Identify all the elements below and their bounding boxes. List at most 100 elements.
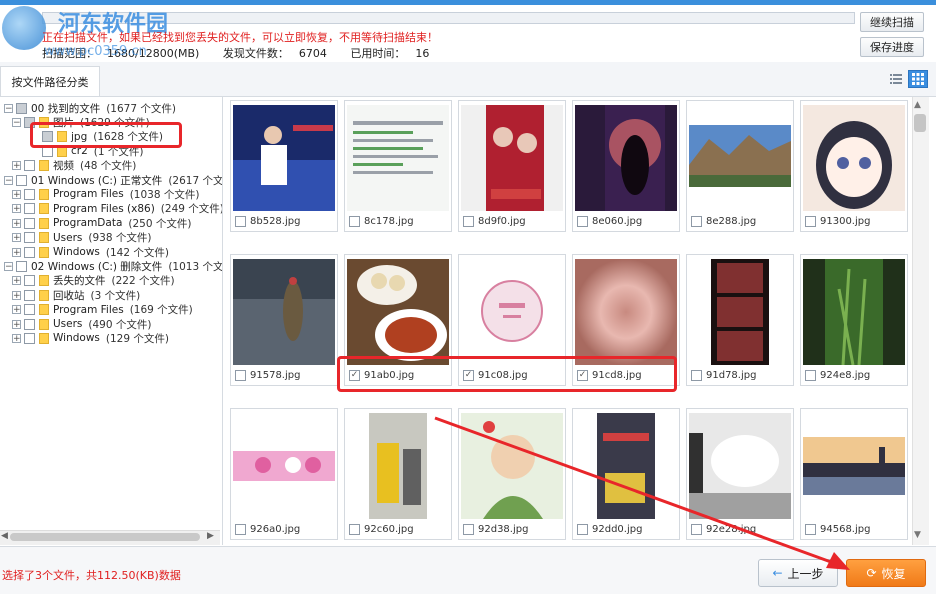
file-thumbnail[interactable] (803, 413, 905, 519)
tree-checkbox[interactable] (24, 246, 35, 258)
tree-node[interactable]: jpg (1628 个文件) (30, 130, 163, 144)
tree-node[interactable]: + Users (938 个文件) (12, 231, 151, 245)
file-thumbnail[interactable] (347, 259, 449, 365)
file-thumbnail[interactable] (347, 105, 449, 211)
file-thumbnail[interactable] (461, 413, 563, 519)
file-thumbnail[interactable] (233, 413, 335, 519)
file-card[interactable]: 92d38.jpg (458, 408, 566, 540)
tree-checkbox[interactable] (24, 203, 35, 215)
continue-scan-button[interactable]: 继续扫描 (860, 12, 924, 32)
file-thumbnail[interactable] (233, 259, 335, 365)
file-checkbox[interactable]: ✓ (577, 369, 588, 381)
file-card[interactable]: 91578.jpg (230, 254, 338, 386)
tree-scroll-thumb[interactable] (10, 533, 200, 541)
file-thumbnail[interactable] (461, 105, 563, 211)
tab-by-path[interactable]: 按文件路径分类 (0, 66, 100, 96)
file-checkbox[interactable] (235, 215, 246, 227)
tree-checkbox[interactable] (24, 332, 35, 344)
tree-checkbox[interactable] (24, 217, 35, 229)
file-card[interactable]: 8c178.jpg (344, 100, 452, 232)
file-card[interactable]: ✓ 91cd8.jpg (572, 254, 680, 386)
file-checkbox[interactable] (463, 523, 474, 535)
file-card[interactable]: 8e060.jpg (572, 100, 680, 232)
tree-checkbox[interactable] (24, 275, 35, 287)
expand-icon[interactable]: + (12, 218, 21, 228)
file-checkbox[interactable] (235, 523, 246, 535)
expand-icon[interactable]: + (12, 161, 21, 171)
grid-view-icon[interactable] (908, 70, 928, 88)
tree-node[interactable]: + 视频 (48 个文件) (12, 159, 136, 173)
file-checkbox[interactable] (577, 215, 588, 227)
expand-icon[interactable]: + (12, 333, 21, 343)
recover-button[interactable]: ⟳ 恢复 (846, 559, 926, 587)
tree-checkbox[interactable] (24, 289, 35, 301)
file-thumbnail[interactable] (233, 105, 335, 211)
scroll-up-icon[interactable]: ▲ (914, 100, 921, 110)
expand-icon[interactable]: + (12, 276, 21, 286)
file-checkbox[interactable]: ✓ (463, 369, 474, 381)
file-card[interactable]: 94568.jpg (800, 408, 908, 540)
file-thumbnail[interactable] (575, 105, 677, 211)
file-thumbnail[interactable] (575, 259, 677, 365)
expand-icon[interactable]: + (12, 204, 21, 214)
collapse-icon[interactable]: − (4, 261, 13, 271)
file-thumbnail[interactable] (461, 259, 563, 365)
file-checkbox[interactable] (805, 369, 816, 381)
file-checkbox[interactable] (691, 215, 702, 227)
expand-icon[interactable]: + (12, 233, 21, 243)
file-checkbox[interactable] (463, 215, 474, 227)
expand-icon[interactable]: + (12, 319, 21, 329)
tree-node[interactable]: + Users (490 个文件) (12, 317, 151, 331)
collapse-icon[interactable]: − (4, 103, 13, 113)
expand-icon[interactable]: + (12, 305, 21, 315)
file-checkbox[interactable] (577, 523, 588, 535)
collapse-icon[interactable]: − (4, 175, 13, 185)
file-card[interactable]: 91300.jpg (800, 100, 908, 232)
tree-node[interactable]: + 丢失的文件 (222 个文件) (12, 274, 175, 288)
file-checkbox[interactable] (805, 523, 816, 535)
tree-checkbox[interactable] (16, 260, 27, 272)
file-thumbnail[interactable] (347, 413, 449, 519)
file-card[interactable]: 924e8.jpg (800, 254, 908, 386)
file-card[interactable]: 926a0.jpg (230, 408, 338, 540)
tree-node[interactable]: cr2 (1 个文件) (30, 144, 144, 158)
file-card[interactable]: 92c60.jpg (344, 408, 452, 540)
expand-icon[interactable]: + (12, 189, 21, 199)
expand-icon[interactable]: + (12, 247, 21, 257)
scroll-left-icon[interactable]: ◀ (1, 531, 8, 541)
tree-checkbox[interactable] (16, 174, 27, 186)
file-thumbnail[interactable] (803, 259, 905, 366)
tree-node[interactable]: + Windows (129 个文件) (12, 331, 169, 345)
tree-node[interactable]: − 01 Windows (C:) 正常文件 (2617 个文件 (4, 173, 222, 187)
list-view-icon[interactable] (886, 70, 906, 88)
file-card[interactable]: 91d78.jpg (686, 254, 794, 386)
file-thumbnail[interactable] (689, 105, 791, 211)
tree-node[interactable]: + Program Files (1038 个文件) (12, 187, 199, 201)
expand-icon[interactable]: + (12, 290, 21, 300)
tree-node[interactable]: + Program Files (x86) (249 个文件) (12, 202, 222, 216)
save-progress-button[interactable]: 保存进度 (860, 37, 924, 57)
previous-step-button[interactable]: ← 上一步 (758, 559, 838, 587)
file-checkbox[interactable] (691, 369, 702, 381)
tree-checkbox[interactable] (24, 232, 35, 244)
tree-checkbox[interactable] (16, 102, 27, 114)
tree-node[interactable]: + Windows (142 个文件) (12, 245, 169, 259)
file-card[interactable]: ✓ 91ab0.jpg (344, 254, 452, 386)
file-thumbnail[interactable] (689, 413, 791, 519)
tree-node[interactable]: + 回收站 (3 个文件) (12, 288, 140, 302)
tree-node[interactable]: + ProgramData (250 个文件) (12, 216, 191, 230)
tree-checkbox[interactable] (24, 304, 35, 316)
file-thumbnail[interactable] (689, 259, 791, 365)
tree-node[interactable]: + Program Files (169 个文件) (12, 303, 193, 317)
file-card[interactable]: 92dd0.jpg (572, 408, 680, 540)
tree-checkbox[interactable] (24, 160, 35, 172)
file-card[interactable]: 8d9f0.jpg (458, 100, 566, 232)
file-checkbox[interactable] (349, 523, 360, 535)
tree-node[interactable]: − 图片 (1629 个文件) (12, 115, 150, 129)
grid-scroll-thumb[interactable] (914, 114, 926, 132)
scroll-right-icon[interactable]: ▶ (207, 531, 214, 541)
tree-checkbox[interactable] (42, 145, 53, 157)
file-checkbox[interactable] (235, 369, 246, 381)
tree-checkbox[interactable] (24, 188, 35, 200)
tree-checkbox[interactable] (24, 318, 35, 330)
